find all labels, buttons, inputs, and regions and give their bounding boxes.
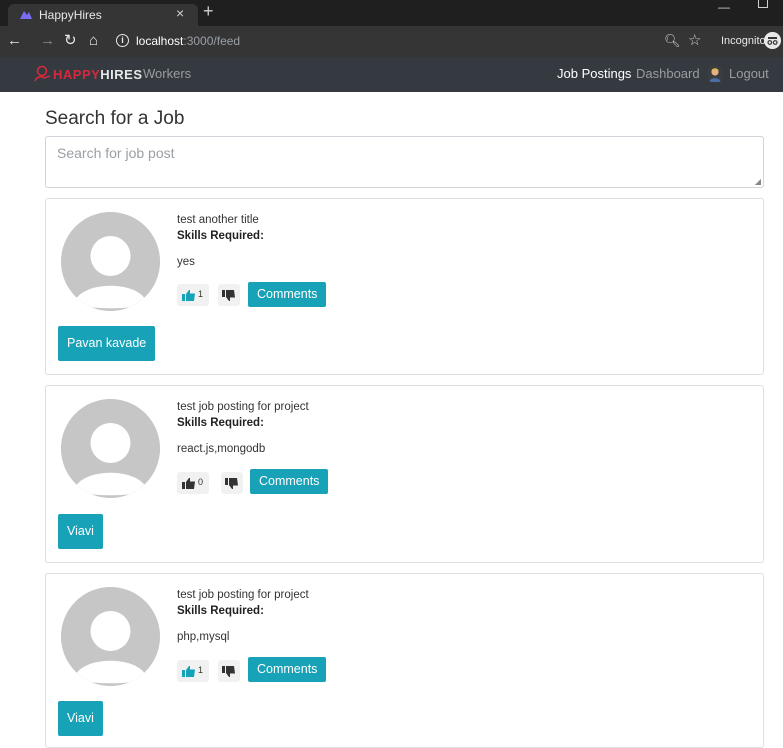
browser-toolbar: ← → ↻ ⌂ i localhost:3000/feed 🔍︎ ☆ Incog… xyxy=(0,26,783,57)
zoom-icon[interactable]: 🔍︎ xyxy=(664,33,681,49)
post-title: test job posting for project xyxy=(177,401,309,413)
user-avatar-icon[interactable] xyxy=(706,65,724,83)
reload-icon[interactable]: ↻ xyxy=(64,32,77,50)
thumbs-down-icon xyxy=(225,478,238,489)
like-count: 1 xyxy=(198,289,204,299)
page-title: Search for a Job xyxy=(45,108,185,129)
incognito-label: Incognito xyxy=(721,35,766,47)
avatar-placeholder-icon xyxy=(61,587,160,686)
maximize-icon[interactable] xyxy=(758,0,768,8)
skills-value: php,mysql xyxy=(177,631,230,643)
thumbs-up-icon xyxy=(182,290,195,301)
tab-close-icon[interactable]: × xyxy=(176,5,184,21)
brand-name[interactable]: HAPPYHIRES xyxy=(53,67,143,82)
thumbs-down-icon xyxy=(222,666,235,677)
url-path: :3000/feed xyxy=(183,34,241,48)
skills-value: yes xyxy=(177,256,195,268)
nav-job-postings[interactable]: Job Postings xyxy=(557,66,631,81)
back-icon[interactable]: ← xyxy=(7,32,22,50)
brand-happy: HAPPY xyxy=(53,67,101,82)
nav-logout[interactable]: Logout xyxy=(729,66,769,81)
job-post-card: test job posting for project Skills Requ… xyxy=(45,573,764,748)
post-title: test another title xyxy=(177,214,259,226)
avatar-placeholder-icon xyxy=(61,399,160,498)
job-post-card: test another title Skills Required: yes … xyxy=(45,198,764,375)
job-post-card: test job posting for project Skills Requ… xyxy=(45,385,764,563)
site-info-icon[interactable]: i xyxy=(116,34,129,47)
author-button[interactable]: Viavi xyxy=(58,701,103,736)
browser-tab-strip: HappyHires × + — xyxy=(0,0,783,26)
comments-button[interactable]: Comments xyxy=(248,282,327,307)
resize-grip-icon[interactable]: ◢ xyxy=(755,177,761,186)
search-input[interactable]: Search for job post ◢ xyxy=(45,136,764,188)
app-navbar: HAPPYHIRES Workers Job Postings Dashboar… xyxy=(0,57,783,92)
new-tab-icon[interactable]: + xyxy=(203,1,214,22)
skills-label: Skills Required: xyxy=(177,605,264,617)
brand-logo-icon[interactable] xyxy=(33,64,53,84)
home-icon[interactable]: ⌂ xyxy=(89,32,98,50)
dislike-button[interactable] xyxy=(221,472,243,494)
like-button[interactable]: 1 xyxy=(177,284,209,306)
like-count: 1 xyxy=(198,665,204,675)
thumbs-down-icon xyxy=(222,290,235,301)
thumbs-up-icon xyxy=(182,478,195,489)
author-button[interactable]: Viavi xyxy=(58,514,103,549)
forward-icon[interactable]: → xyxy=(40,32,55,50)
comments-button[interactable]: Comments xyxy=(250,469,329,494)
like-button[interactable]: 0 xyxy=(177,472,209,494)
avatar-placeholder-icon xyxy=(61,212,160,311)
brand-hires: HIRES xyxy=(100,67,143,82)
nav-workers[interactable]: Workers xyxy=(143,66,191,81)
like-button[interactable]: 1 xyxy=(177,660,209,682)
skills-value: react.js,mongodb xyxy=(177,443,266,455)
minimize-icon[interactable]: — xyxy=(718,0,730,14)
incognito-icon[interactable] xyxy=(764,32,781,49)
thumbs-up-icon xyxy=(182,666,195,677)
skills-label: Skills Required: xyxy=(177,230,264,242)
dislike-button[interactable] xyxy=(218,284,240,306)
author-button[interactable]: Pavan kavade xyxy=(58,326,156,361)
dislike-button[interactable] xyxy=(218,660,240,682)
address-bar-url[interactable]: localhost:3000/feed xyxy=(136,34,240,48)
url-host: localhost xyxy=(136,34,184,48)
like-count: 0 xyxy=(198,477,204,487)
tab-title: HappyHires xyxy=(39,8,102,22)
post-title: test job posting for project xyxy=(177,589,309,601)
browser-tab[interactable]: HappyHires × xyxy=(8,4,198,26)
bookmark-star-icon[interactable]: ☆ xyxy=(688,31,701,49)
comments-button[interactable]: Comments xyxy=(248,657,327,682)
search-placeholder: Search for job post xyxy=(57,145,175,161)
skills-label: Skills Required: xyxy=(177,417,264,429)
app-favicon-icon xyxy=(20,11,32,19)
nav-dashboard[interactable]: Dashboard xyxy=(636,66,700,81)
